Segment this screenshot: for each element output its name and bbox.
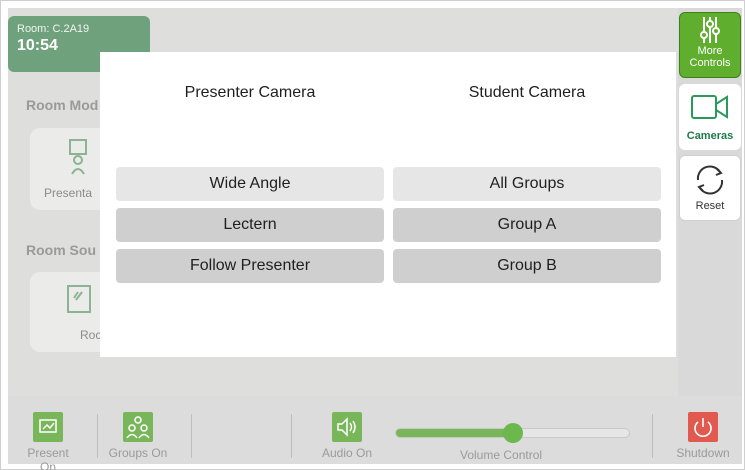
monitor-icon [48, 282, 92, 322]
divider [652, 414, 653, 458]
video-camera-icon [679, 90, 741, 124]
shutdown-button[interactable]: Shutdown [668, 412, 738, 460]
divider [97, 414, 98, 458]
reset-button[interactable]: Reset [679, 155, 741, 221]
audio-on-button[interactable]: Audio On [315, 412, 379, 460]
sliders-icon [680, 15, 740, 45]
section-room-mode: Room Mod [26, 97, 99, 113]
more-controls-label-2: Controls [689, 57, 731, 69]
student-camera-title: Student Camera [468, 84, 586, 101]
room-label: Room: C.2A19 [17, 23, 90, 35]
volume-slider-handle[interactable] [502, 423, 523, 443]
volume-control-label: Volume Control [460, 448, 543, 462]
cameras-button[interactable]: Cameras [679, 84, 741, 150]
section-room-source: Room Sou [26, 242, 96, 258]
divider [191, 414, 192, 458]
cameras-label: Cameras [686, 130, 734, 142]
refresh-icon [680, 160, 740, 200]
presenter-icon [48, 138, 92, 178]
student-option-all-groups[interactable]: All Groups [393, 167, 661, 201]
groups-on-button[interactable]: Groups On [106, 412, 170, 460]
mode-tile-label: Presenta [44, 186, 93, 200]
presentation-icon [33, 412, 63, 442]
source-tile-label: Roc [80, 328, 102, 342]
student-option-group-a[interactable]: Group A [393, 208, 661, 242]
groups-on-label: Groups On [108, 446, 168, 460]
present-on-button[interactable]: Present On [18, 412, 78, 470]
presenter-option-follow-presenter[interactable]: Follow Presenter [116, 249, 384, 283]
shutdown-label: Shutdown [676, 446, 730, 460]
presenter-camera-title: Presenter Camera [184, 84, 316, 101]
power-icon [688, 412, 718, 442]
present-on-label: Present On [27, 446, 69, 470]
presenter-option-lectern[interactable]: Lectern [116, 208, 384, 242]
speaker-icon [332, 412, 362, 442]
volume-slider-fill [396, 429, 513, 437]
student-option-group-b[interactable]: Group B [393, 249, 661, 283]
more-controls-button[interactable]: More Controls [679, 12, 741, 78]
reset-label: Reset [695, 200, 725, 212]
more-controls-label-1: More [697, 45, 723, 57]
groups-icon [123, 412, 153, 442]
audio-on-label: Audio On [321, 446, 373, 460]
divider [291, 414, 292, 458]
presenter-option-wide-angle[interactable]: Wide Angle [116, 167, 384, 201]
